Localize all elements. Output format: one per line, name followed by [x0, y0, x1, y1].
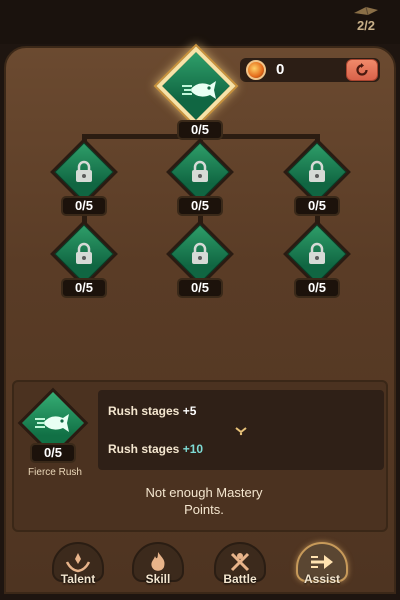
- tab-assist[interactable]: Assist: [288, 542, 356, 594]
- mastery-points-bar: 0: [240, 58, 380, 82]
- skill-node-root[interactable]: 0/5: [156, 46, 236, 140]
- reset-icon: [356, 63, 368, 76]
- charge-icon: [352, 4, 380, 18]
- chevron-down-icon: [235, 427, 247, 436]
- lock-icon: [293, 148, 341, 196]
- skill-detail-panel: 0/5 Fierce Rush Rush stages +5 Rush stag…: [12, 380, 388, 532]
- current-stage-value: +5: [182, 404, 197, 418]
- tab-skill[interactable]: Skill: [124, 542, 192, 594]
- lock-icon: [176, 230, 224, 278]
- bottom-tab-bar: Talent Skill Battle Assist: [0, 538, 400, 600]
- current-stage-effect: Rush stages +5: [108, 404, 196, 418]
- lock-icon: [293, 230, 341, 278]
- mastery-orb-icon: [246, 60, 266, 80]
- node-level: 0/5: [294, 196, 340, 216]
- detail-level: 0/5: [30, 443, 76, 463]
- insufficient-points-message: Not enough Mastery Points.: [145, 485, 263, 517]
- skill-node-locked[interactable]: 0/5: [50, 220, 118, 306]
- skill-node-locked[interactable]: 0/5: [166, 220, 234, 306]
- lock-icon: [60, 148, 108, 196]
- tab-battle[interactable]: Battle: [206, 542, 274, 594]
- tab-label: Skill: [145, 572, 171, 586]
- tab-talent[interactable]: Talent: [44, 542, 112, 594]
- skill-name: Fierce Rush: [28, 467, 82, 478]
- mastery-points-value: 0: [276, 61, 285, 78]
- stage-effects-box: Rush stages +5 Rush stages +10: [98, 390, 384, 470]
- tab-label: Assist: [303, 572, 341, 586]
- lock-icon: [60, 230, 108, 278]
- next-stage-value: +10: [182, 442, 204, 456]
- skill-node-locked[interactable]: 0/5: [283, 138, 351, 224]
- fish-rush-icon: [168, 58, 232, 122]
- node-level: 0/5: [177, 120, 223, 140]
- top-bar: [0, 0, 400, 44]
- next-stage-effect: Rush stages +10: [108, 442, 203, 456]
- node-level: 0/5: [294, 278, 340, 298]
- node-level: 0/5: [61, 278, 107, 298]
- skill-node-locked[interactable]: 0/5: [166, 138, 234, 224]
- skill-node-locked[interactable]: 0/5: [50, 138, 118, 224]
- node-level: 0/5: [61, 196, 107, 216]
- current-stage-label: Rush stages: [108, 404, 183, 418]
- tab-label: Battle: [223, 572, 257, 586]
- reset-button[interactable]: [346, 59, 378, 81]
- lock-icon: [176, 148, 224, 196]
- skill-node-locked[interactable]: 0/5: [283, 220, 351, 306]
- counter-text: 2/2: [356, 18, 376, 33]
- node-level: 0/5: [177, 196, 223, 216]
- tab-label: Talent: [60, 572, 96, 586]
- charge-counter: 2/2: [352, 4, 380, 33]
- next-stage-label: Rush stages: [108, 442, 183, 456]
- node-level: 0/5: [177, 278, 223, 298]
